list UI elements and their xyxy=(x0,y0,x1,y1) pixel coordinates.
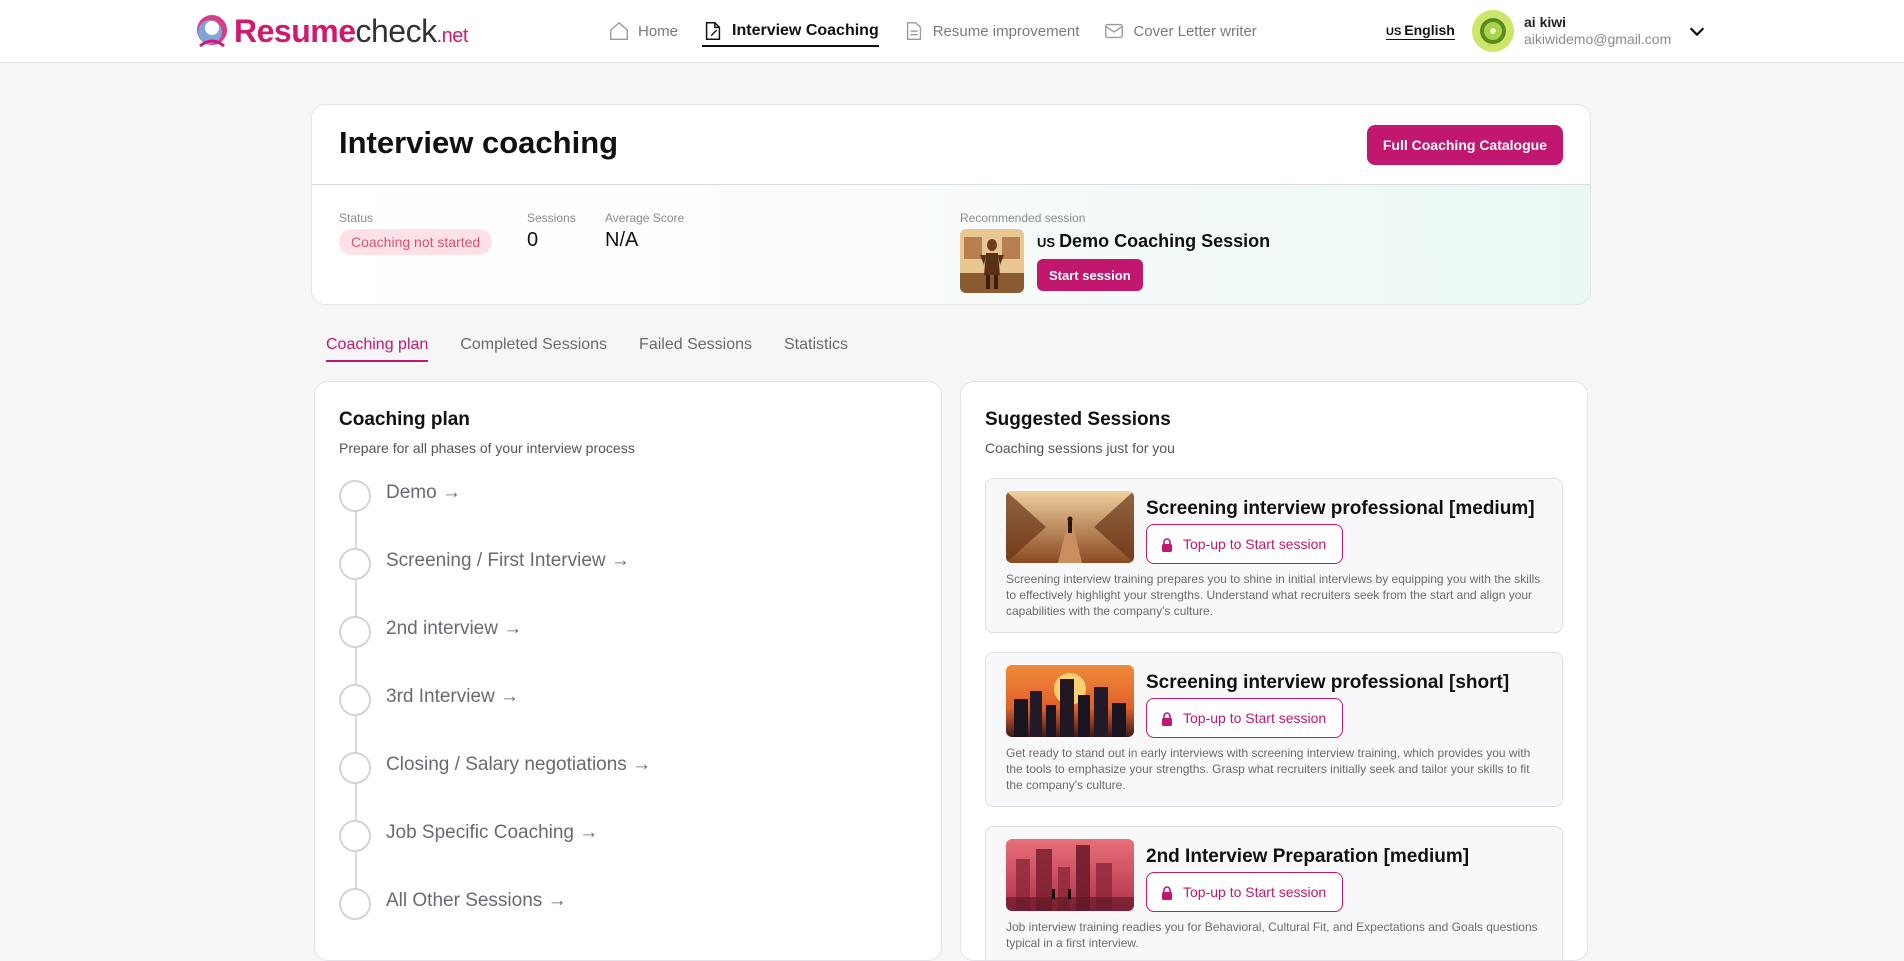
session-description: Get ready to stand out in early intervie… xyxy=(1006,746,1531,792)
step-label: Screening / First Interview → xyxy=(386,550,630,571)
lock-icon xyxy=(1162,538,1172,552)
main-nav: Home Interview Coaching Resume improveme… xyxy=(608,0,1281,62)
recommended-title-text: Demo Coaching Session xyxy=(1059,231,1271,251)
top-up-start-label: Top-up to Start session xyxy=(1183,710,1327,726)
home-icon xyxy=(610,21,628,40)
nav-item-interview-coaching[interactable]: Interview Coaching xyxy=(702,0,879,62)
top-up-start-button[interactable]: Top-up to Start session xyxy=(1146,524,1344,564)
recommended-thumbnail[interactable] xyxy=(960,229,1024,293)
session-title: 2nd Interview Preparation [medium] xyxy=(1146,846,1470,867)
status-badge: Coaching not started xyxy=(339,229,493,255)
suggested-sessions-panel: Suggested Sessions Coaching sessions jus… xyxy=(960,381,1588,961)
language-label: English xyxy=(1404,22,1455,38)
session-card[interactable]: 2nd Interview Preparation [medium] Top-u… xyxy=(985,826,1563,960)
session-description: Job interview training readies you for B… xyxy=(1006,920,1538,950)
step-circle xyxy=(339,888,371,920)
full-catalogue-button[interactable]: Full Coaching Catalogue xyxy=(1366,125,1563,165)
session-thumbnail xyxy=(1006,839,1134,911)
sessions-value: 0 xyxy=(527,229,539,251)
top-navigation-bar: Resumecheck.net Home Interview Coaching … xyxy=(0,0,1904,63)
top-up-start-button[interactable]: Top-up to Start session xyxy=(1146,872,1344,912)
user-name: ai kiwi xyxy=(1524,14,1567,30)
session-title: Screening interview professional [medium… xyxy=(1146,498,1535,519)
recommended-label: Recommended session xyxy=(960,211,1086,225)
sessions-label: Sessions xyxy=(527,211,576,225)
coaching-plan-subtitle: Prepare for all phases of your interview… xyxy=(339,440,635,456)
nav-label: Resume improvement xyxy=(932,22,1080,40)
start-session-button[interactable]: Start session xyxy=(1037,259,1143,291)
session-thumbnail xyxy=(1006,491,1134,563)
score-block: Average Score N/A xyxy=(605,211,684,252)
tab-completed-sessions[interactable]: Completed Sessions xyxy=(460,336,607,360)
envelope-icon xyxy=(1105,23,1124,39)
plan-step[interactable]: 3rd Interview → xyxy=(339,684,651,752)
document-icon xyxy=(906,22,921,40)
step-label: 3rd Interview → xyxy=(386,686,520,707)
score-value: N/A xyxy=(605,229,639,251)
top-up-start-label: Top-up to Start session xyxy=(1183,884,1327,900)
tab-statistics[interactable]: Statistics xyxy=(784,336,848,360)
coaching-summary-card: Interview coaching Full Coaching Catalog… xyxy=(311,104,1591,305)
document-edit-icon xyxy=(705,22,721,40)
score-label: Average Score xyxy=(605,211,685,225)
session-title: Screening interview professional [short] xyxy=(1146,672,1510,693)
content-tabs: Coaching plan Completed Sessions Failed … xyxy=(326,336,880,362)
session-card[interactable]: Screening interview professional [medium… xyxy=(985,478,1563,633)
session-description: Screening interview training prepares yo… xyxy=(1006,572,1541,618)
plan-step[interactable]: 2nd interview → xyxy=(339,616,651,684)
plan-step[interactable]: Closing / Salary negotiations → xyxy=(339,752,651,820)
nav-label: Cover Letter writer xyxy=(1133,22,1257,40)
step-circle xyxy=(339,616,371,648)
step-circle xyxy=(339,820,371,852)
status-block: Status Coaching not started xyxy=(339,211,493,255)
page-title: Interview coaching xyxy=(339,125,619,160)
tab-coaching-plan[interactable]: Coaching plan xyxy=(326,336,429,362)
coaching-plan-panel: Coaching plan Prepare for all phases of … xyxy=(314,381,942,961)
recommended-language-code: US xyxy=(1037,235,1056,250)
step-circle xyxy=(339,548,371,580)
user-email: aikiwidemo@gmail.com xyxy=(1524,31,1672,47)
step-label: All Other Sessions → xyxy=(386,890,567,911)
step-circle xyxy=(339,684,371,716)
coaching-plan-title: Coaching plan xyxy=(339,409,470,430)
step-label: Job Specific Coaching → xyxy=(386,822,599,843)
brand-logo[interactable]: Resumecheck.net xyxy=(190,10,468,52)
step-circle xyxy=(339,480,371,512)
chevron-down-icon[interactable] xyxy=(1686,20,1708,42)
top-up-start-label: Top-up to Start session xyxy=(1183,536,1327,552)
lock-icon xyxy=(1162,712,1172,726)
lock-icon xyxy=(1162,886,1172,900)
plan-step[interactable]: Demo → xyxy=(339,480,651,548)
session-thumbnail xyxy=(1006,665,1134,737)
tab-failed-sessions[interactable]: Failed Sessions xyxy=(639,336,752,360)
nav-label: Interview Coaching xyxy=(732,22,879,39)
nav-item-home[interactable]: Home xyxy=(608,0,678,62)
language-selector[interactable]: US English xyxy=(1386,22,1455,40)
suggested-sessions-title: Suggested Sessions xyxy=(985,409,1171,430)
nav-label: Home xyxy=(638,22,679,40)
top-up-start-button[interactable]: Top-up to Start session xyxy=(1146,698,1344,738)
session-card[interactable]: Screening interview professional [short]… xyxy=(985,652,1563,807)
recommended-title[interactable]: US Demo Coaching Session xyxy=(1037,231,1270,252)
language-code: US xyxy=(1386,26,1402,38)
plan-step[interactable]: Screening / First Interview → xyxy=(339,548,651,616)
step-circle xyxy=(339,752,371,784)
avatar xyxy=(1472,10,1514,52)
status-label: Status xyxy=(339,211,374,225)
sessions-block: Sessions 0 xyxy=(527,211,576,252)
user-menu[interactable]: ai kiwi aikiwidemo@gmail.com xyxy=(1472,10,1671,52)
logo-text: Resumecheck.net xyxy=(234,13,468,49)
nav-item-cover-letter[interactable]: Cover Letter writer xyxy=(1103,0,1257,62)
step-label: Closing / Salary negotiations → xyxy=(386,754,652,775)
step-label: 2nd interview → xyxy=(386,618,523,639)
plan-step[interactable]: All Other Sessions → xyxy=(339,888,651,956)
recommended-session: Recommended session US Demo Coaching Sess… xyxy=(960,211,1270,293)
step-label: Demo → xyxy=(386,482,461,503)
logo-icon xyxy=(190,10,232,52)
suggested-sessions-subtitle: Coaching sessions just for you xyxy=(985,440,1175,456)
nav-item-resume-improvement[interactable]: Resume improvement xyxy=(903,0,1080,62)
coaching-plan-timeline: Demo → Screening / First Interview → 2nd… xyxy=(339,480,651,956)
plan-step[interactable]: Job Specific Coaching → xyxy=(339,820,651,888)
